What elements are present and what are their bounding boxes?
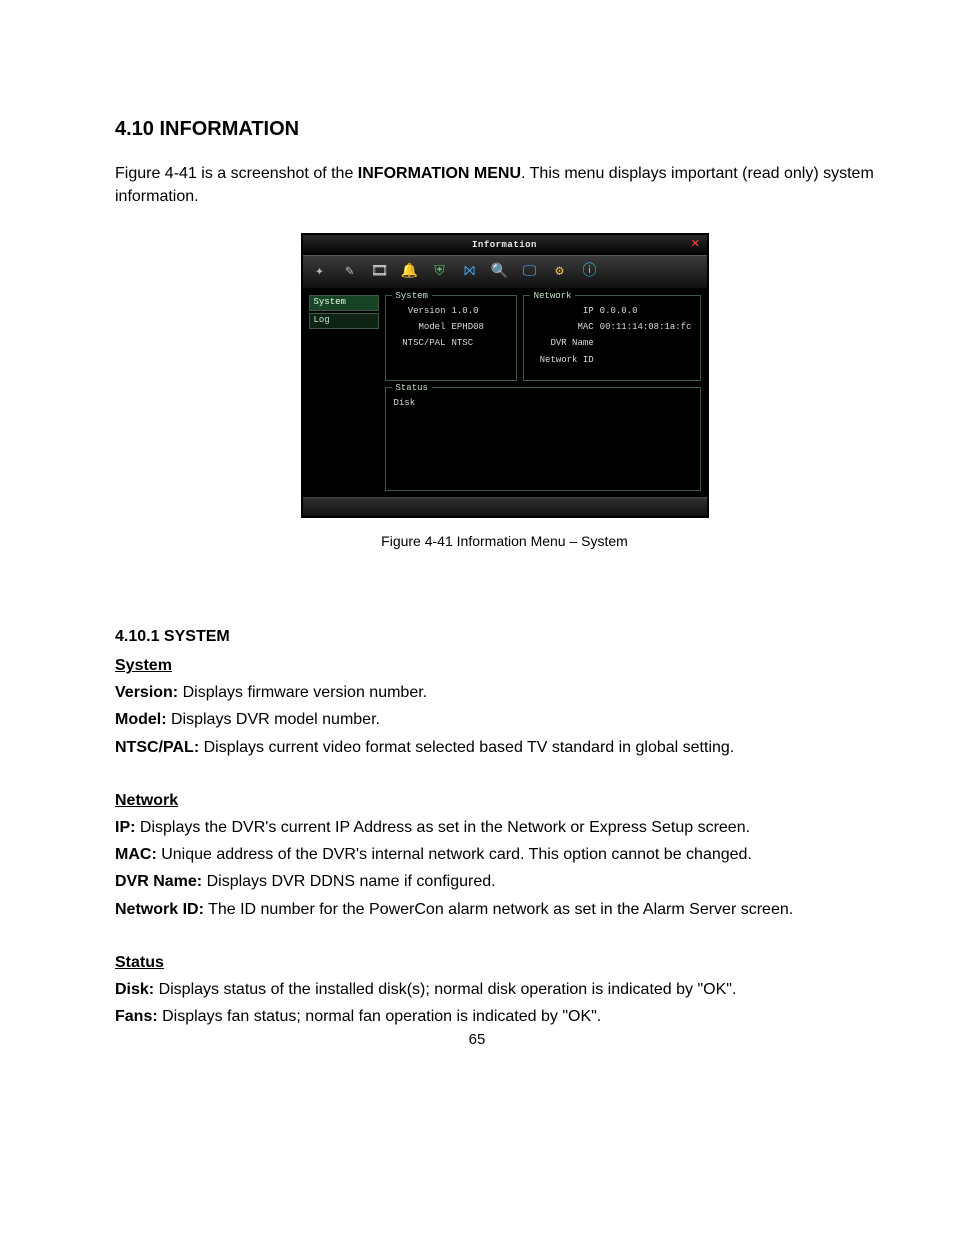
net-k-netid: Network ID <box>532 354 594 367</box>
intro-bold: INFORMATION MENU <box>358 165 521 182</box>
dvr-titlebar: Information ✕ <box>303 235 707 255</box>
sys-k-version: Version <box>394 305 446 318</box>
sys-v-ntscpal: NTSC <box>452 337 474 350</box>
item-fans: Fans: Displays fan status; normal fan op… <box>115 1005 894 1028</box>
sub-network: Network <box>115 789 894 812</box>
section-title: 4.10 INFORMATION <box>115 115 894 144</box>
page-number: 65 <box>469 1029 486 1051</box>
item-version-text: Displays firmware version number. <box>178 684 427 701</box>
item-fans-text: Displays fan status; normal fan operatio… <box>158 1008 602 1025</box>
sys-k-model: Model <box>394 321 446 334</box>
item-ip-text: Displays the DVR's current IP Address as… <box>135 819 750 836</box>
item-fans-label: Fans: <box>115 1008 158 1025</box>
sidebar-item-log[interactable]: Log <box>309 313 379 329</box>
sidebar-item-system[interactable]: System <box>309 295 379 311</box>
item-netid-label: Network ID: <box>115 901 204 918</box>
item-mac-text: Unique address of the DVR's internal net… <box>157 846 752 863</box>
item-netid-text: The ID number for the PowerCon alarm net… <box>204 901 793 918</box>
status-k-disk: Disk <box>394 397 420 410</box>
close-icon[interactable]: ✕ <box>689 237 703 251</box>
sub-system: System <box>115 654 894 677</box>
item-dvrname: DVR Name: Displays DVR DDNS name if conf… <box>115 870 894 893</box>
dvr-window: Information ✕ ✦ ✎ 🎞 🔔 ⛨ ⨝ 🔍 🖵 ⚙ ⓘ System… <box>302 234 708 516</box>
item-version-label: Version: <box>115 684 178 701</box>
dvr-sidebar: System Log <box>309 295 379 490</box>
intro-paragraph: Figure 4-41 is a screenshot of the INFOR… <box>115 162 894 208</box>
dvr-title: Information <box>472 239 537 252</box>
item-dvrname-text: Displays DVR DDNS name if configured. <box>202 873 495 890</box>
heading-system: 4.10.1 SYSTEM <box>115 625 894 648</box>
monitor-icon[interactable]: 🖵 <box>521 263 539 281</box>
item-ntscpal-label: NTSC/PAL: <box>115 739 199 756</box>
item-ntscpal: NTSC/PAL: Displays current video format … <box>115 736 894 759</box>
search-icon[interactable]: 🔍 <box>491 263 509 281</box>
panel-network-legend: Network <box>530 290 576 303</box>
item-disk-label: Disk: <box>115 981 154 998</box>
item-ip: IP: Displays the DVR's current IP Addres… <box>115 816 894 839</box>
item-model-text: Displays DVR model number. <box>167 711 380 728</box>
shield-icon[interactable]: ⛨ <box>431 263 449 281</box>
item-ntscpal-text: Displays current video format selected b… <box>199 739 734 756</box>
net-k-ip: IP <box>532 305 594 318</box>
sys-k-ntscpal: NTSC/PAL <box>394 337 446 350</box>
panel-status: Status Disk <box>385 387 701 491</box>
sys-v-version: 1.0.0 <box>452 305 479 318</box>
dvr-statusbar <box>303 497 707 516</box>
item-mac: MAC: Unique address of the DVR's interna… <box>115 843 894 866</box>
net-k-mac: MAC <box>532 321 594 334</box>
item-ip-label: IP: <box>115 819 135 836</box>
bell-icon[interactable]: 🔔 <box>401 263 419 281</box>
item-model-label: Model: <box>115 711 167 728</box>
panel-network: Network IP0.0.0.0 MAC00:11:14:08:1a:fc D… <box>523 295 701 380</box>
item-model: Model: Displays DVR model number. <box>115 708 894 731</box>
panel-status-legend: Status <box>392 382 432 395</box>
wand-icon[interactable]: ✦ <box>311 263 329 281</box>
brush-icon[interactable]: ✎ <box>341 263 359 281</box>
panel-system: System Version1.0.0 ModelEPHD08 NTSC/PAL… <box>385 295 517 380</box>
net-icon[interactable]: ⨝ <box>461 263 479 281</box>
gear-icon[interactable]: ⚙ <box>551 263 569 281</box>
intro-pre: Figure 4-41 is a screenshot of the <box>115 165 358 182</box>
info-icon[interactable]: ⓘ <box>581 263 599 281</box>
panel-system-legend: System <box>392 290 432 303</box>
net-v-ip: 0.0.0.0 <box>600 305 638 318</box>
sub-status: Status <box>115 951 894 974</box>
film-icon[interactable]: 🎞 <box>371 263 389 281</box>
item-disk: Disk: Displays status of the installed d… <box>115 978 894 1001</box>
dvr-toolbar: ✦ ✎ 🎞 🔔 ⛨ ⨝ 🔍 🖵 ⚙ ⓘ <box>303 255 707 289</box>
item-dvrname-label: DVR Name: <box>115 873 202 890</box>
item-version: Version: Displays firmware version numbe… <box>115 681 894 704</box>
net-k-dvrname: DVR Name <box>532 337 594 350</box>
item-netid: Network ID: The ID number for the PowerC… <box>115 898 894 921</box>
figure-caption: Figure 4-41 Information Menu – System <box>381 531 628 551</box>
item-disk-text: Displays status of the installed disk(s)… <box>154 981 736 998</box>
net-v-mac: 00:11:14:08:1a:fc <box>600 321 692 334</box>
sys-v-model: EPHD08 <box>452 321 484 334</box>
item-mac-label: MAC: <box>115 846 157 863</box>
